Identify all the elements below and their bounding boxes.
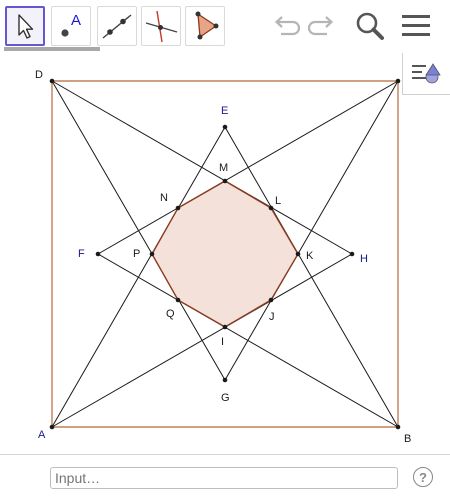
graphics-view[interactable]: A B D E F G H M L K J I Q P N [0, 52, 450, 454]
style-bar-toggle-button[interactable] [402, 53, 450, 95]
point-j[interactable] [268, 297, 274, 303]
search-button[interactable] [352, 8, 388, 44]
undo-icon [274, 16, 301, 36]
point-n[interactable] [175, 205, 181, 211]
label-b: B [404, 433, 411, 445]
label-g: G [221, 392, 230, 404]
toolbar: A [0, 0, 450, 52]
svg-text:A: A [71, 12, 81, 29]
label-i: I [221, 336, 224, 348]
label-n: N [160, 192, 168, 204]
point-a[interactable] [49, 424, 55, 430]
point-q[interactable] [175, 297, 181, 303]
help-icon[interactable]: ? [413, 467, 433, 487]
perpendicular-line-icon [145, 10, 178, 43]
label-a: A [38, 429, 46, 441]
undo-button[interactable] [268, 8, 304, 44]
move-cursor-icon [18, 14, 34, 39]
polygon-icon [195, 11, 219, 40]
label-f: F [78, 248, 85, 260]
input-bar [0, 454, 450, 500]
label-d: D [35, 69, 43, 81]
search-icon [356, 12, 384, 40]
point-b[interactable] [395, 424, 401, 430]
geometry-construction[interactable]: A B D E F G H M L K J I Q P N [0, 52, 450, 454]
point-f[interactable] [95, 251, 101, 257]
label-j: J [269, 311, 275, 323]
toolbar-scroll-indicator [4, 47, 100, 51]
point-tool-button[interactable]: A [51, 6, 91, 46]
label-q: Q [166, 308, 175, 320]
line-icon [102, 14, 132, 39]
algebra-input-field[interactable] [50, 467, 398, 489]
label-l: L [275, 195, 281, 207]
point-l[interactable] [268, 205, 274, 211]
point-c[interactable] [395, 78, 401, 84]
point-d[interactable] [49, 78, 55, 84]
label-h: H [360, 253, 368, 265]
point-k[interactable] [295, 251, 301, 257]
label-k: K [306, 250, 314, 262]
polygon-tool-button[interactable] [185, 6, 225, 46]
label-e: E [221, 105, 228, 117]
point-g[interactable] [222, 377, 228, 383]
style-bar-toggle-icon [411, 62, 441, 83]
point-icon: A [61, 12, 81, 37]
point-i[interactable] [222, 324, 228, 330]
redo-icon [307, 16, 334, 36]
move-tool-button[interactable] [5, 6, 45, 46]
redo-button[interactable] [304, 8, 340, 44]
line-tool-button[interactable] [97, 6, 137, 46]
label-p: P [133, 248, 140, 260]
main-menu-button[interactable] [398, 8, 434, 44]
perpendicular-line-tool-button[interactable] [141, 6, 181, 46]
point-p[interactable] [149, 251, 155, 257]
point-e[interactable] [222, 124, 228, 130]
point-m[interactable] [222, 178, 228, 184]
menu-icon [402, 15, 430, 36]
point-h[interactable] [349, 251, 355, 257]
label-m: M [219, 162, 228, 174]
